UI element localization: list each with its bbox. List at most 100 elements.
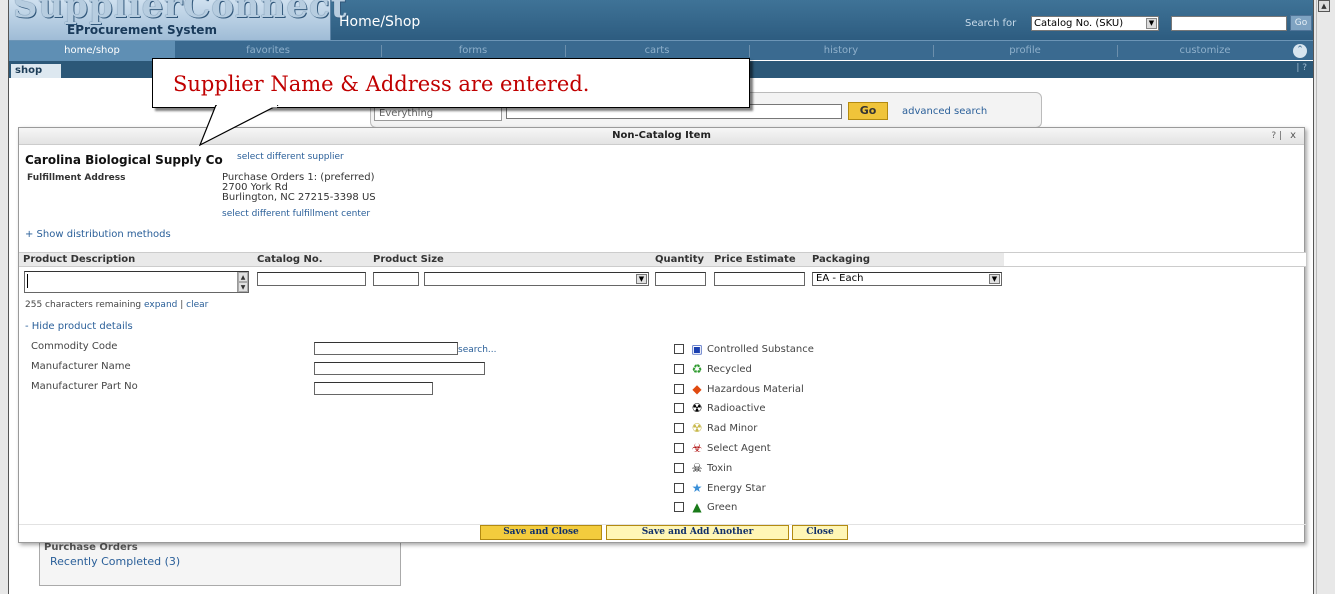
logo: SupplierConnect EProcurement System <box>9 0 346 40</box>
flag-checkbox[interactable] <box>674 364 684 374</box>
characters-remaining: 255 characters remaining expand | clear <box>25 300 208 310</box>
scroll-down-icon[interactable]: ▼ <box>238 282 248 292</box>
flag-label: Recycled <box>707 364 752 375</box>
product-description-textarea[interactable]: ▲ ▼ <box>24 271 249 293</box>
search-type-select[interactable]: Catalog No. (SKU) ▼ <box>1031 16 1159 31</box>
scroll-up-icon[interactable]: ▲ <box>238 272 248 282</box>
collapse-chevron-icon[interactable]: ⌃ <box>1293 44 1307 58</box>
search-go-button[interactable]: Go <box>1290 15 1312 31</box>
biohazard-icon: ☣ <box>691 441 703 455</box>
search-type-value: Catalog No. (SKU) <box>1034 18 1124 29</box>
flag-checkbox[interactable] <box>674 443 684 453</box>
product-search-go-button[interactable]: Go <box>848 102 888 120</box>
rad-minor-icon: ☢ <box>691 421 703 435</box>
fulfillment-address-label: Fulfillment Address <box>27 173 126 183</box>
search-input[interactable] <box>1171 16 1287 31</box>
product-size-unit-select[interactable]: ▼ <box>424 272 649 286</box>
flag-label: Radioactive <box>707 403 766 414</box>
manufacturer-part-label: Manufacturer Part No <box>31 381 138 392</box>
col-product-description: Product Description <box>23 254 136 265</box>
textarea-scrollbar[interactable]: ▲ ▼ <box>237 272 248 292</box>
col-price-estimate: Price Estimate <box>714 254 796 265</box>
tab-shop[interactable]: shop <box>11 64 61 78</box>
item-table-header: Product Description Catalog No. Product … <box>19 252 1306 267</box>
characters-remaining-text: 255 characters remaining <box>25 300 142 310</box>
text-cursor <box>27 274 28 288</box>
dialog-buttons: Save and Close Save and Add Another Clos… <box>19 524 1306 544</box>
tree-icon: ▲ <box>692 500 702 514</box>
commodity-search-link[interactable]: search... <box>458 345 496 355</box>
chevron-down-icon: ▼ <box>989 274 1000 284</box>
flag-checkbox[interactable] <box>674 384 684 394</box>
help-link[interactable]: | ? <box>1296 63 1307 73</box>
link-separator: | <box>180 300 184 310</box>
flag-label: Green <box>707 502 738 513</box>
nav-customize[interactable]: customize <box>1117 41 1293 61</box>
search-scope-select[interactable]: Everything <box>374 107 502 121</box>
recycled-icon: ♻ <box>691 362 703 376</box>
flag-label: Rad Minor <box>707 423 758 434</box>
commodity-code-input[interactable] <box>314 342 458 355</box>
flag-checkbox[interactable] <box>674 423 684 433</box>
nav-home-shop[interactable]: home/shop <box>9 41 175 61</box>
col-quantity: Quantity <box>655 254 704 265</box>
save-and-add-another-button[interactable]: Save and Add Another <box>606 525 789 540</box>
flag-label: Hazardous Material <box>707 384 804 395</box>
save-and-close-button[interactable]: Save and Close <box>480 525 602 540</box>
close-button[interactable]: Close <box>792 525 848 540</box>
dialog-help-link[interactable]: ? | <box>1271 131 1282 141</box>
manufacturer-part-input[interactable] <box>314 382 433 395</box>
chevron-down-icon: ▼ <box>1146 18 1157 29</box>
expand-link[interactable]: expand <box>144 300 177 310</box>
page-title: Home/Shop <box>339 14 421 30</box>
advanced-search-link[interactable]: advanced search <box>902 106 987 117</box>
callout-text: Supplier Name & Address are entered. <box>173 72 590 96</box>
annotation-callout: Supplier Name & Address are entered. <box>152 58 750 108</box>
search-label: Search for <box>965 18 1017 29</box>
nav-profile[interactable]: profile <box>933 41 1117 61</box>
hazardous-icon: ◆ <box>692 382 702 396</box>
flag-checkbox[interactable] <box>674 344 684 354</box>
window-scrollbar[interactable]: ▲ <box>1316 0 1330 594</box>
supplier-name: Carolina Biological Supply Co <box>25 153 223 167</box>
radioactive-icon: ☢ <box>691 401 703 415</box>
hide-product-details-link[interactable]: - Hide product details <box>25 321 133 332</box>
flag-label: Toxin <box>707 463 733 474</box>
energy-star-icon: ★ <box>691 481 703 495</box>
col-catalog-no: Catalog No. <box>257 254 323 265</box>
flag-label: Controlled Substance <box>707 344 814 355</box>
flag-checkbox[interactable] <box>674 403 684 413</box>
manufacturer-name-input[interactable] <box>314 362 485 375</box>
close-icon[interactable]: x <box>1290 130 1296 141</box>
packaging-select[interactable]: EA - Each ▼ <box>812 272 1002 286</box>
catalog-no-input[interactable] <box>257 272 366 286</box>
callout-pointer <box>198 105 279 147</box>
flag-checkbox[interactable] <box>674 483 684 493</box>
flag-checkbox[interactable] <box>674 502 684 512</box>
controlled-substance-icon: ▣ <box>691 342 703 356</box>
col-packaging: Packaging <box>812 254 870 265</box>
flag-label: Energy Star <box>707 483 766 494</box>
non-catalog-item-dialog: Non-Catalog Item ? | x Carolina Biologic… <box>18 127 1306 544</box>
select-different-fulfillment-link[interactable]: select different fulfillment center <box>222 209 370 219</box>
flag-checkbox[interactable] <box>674 463 684 473</box>
logo-subtitle: EProcurement System <box>67 23 217 37</box>
packaging-value: EA - Each <box>816 273 864 284</box>
nav-history[interactable]: history <box>749 41 933 61</box>
main-nav: home/shop favorites forms carts history … <box>9 40 1313 61</box>
show-distribution-methods-link[interactable]: + Show distribution methods <box>25 229 171 240</box>
quantity-input[interactable] <box>655 272 706 286</box>
chevron-down-icon: ▼ <box>636 274 647 284</box>
commodity-code-label: Commodity Code <box>31 341 118 352</box>
scroll-up-icon[interactable]: ▲ <box>1318 0 1330 12</box>
flag-label: Select Agent <box>707 443 771 454</box>
product-size-input[interactable] <box>373 272 419 286</box>
price-estimate-input[interactable] <box>714 272 805 286</box>
app-header: SupplierConnect EProcurement System Home… <box>9 0 1313 40</box>
address-line: Burlington, NC 27215-3398 US <box>222 192 376 203</box>
clear-link[interactable]: clear <box>186 300 208 310</box>
select-different-supplier-link[interactable]: select different supplier <box>237 152 344 162</box>
skull-icon: ☠ <box>691 461 703 475</box>
recently-completed-link[interactable]: Recently Completed (3) <box>50 555 180 568</box>
manufacturer-name-label: Manufacturer Name <box>31 361 131 372</box>
